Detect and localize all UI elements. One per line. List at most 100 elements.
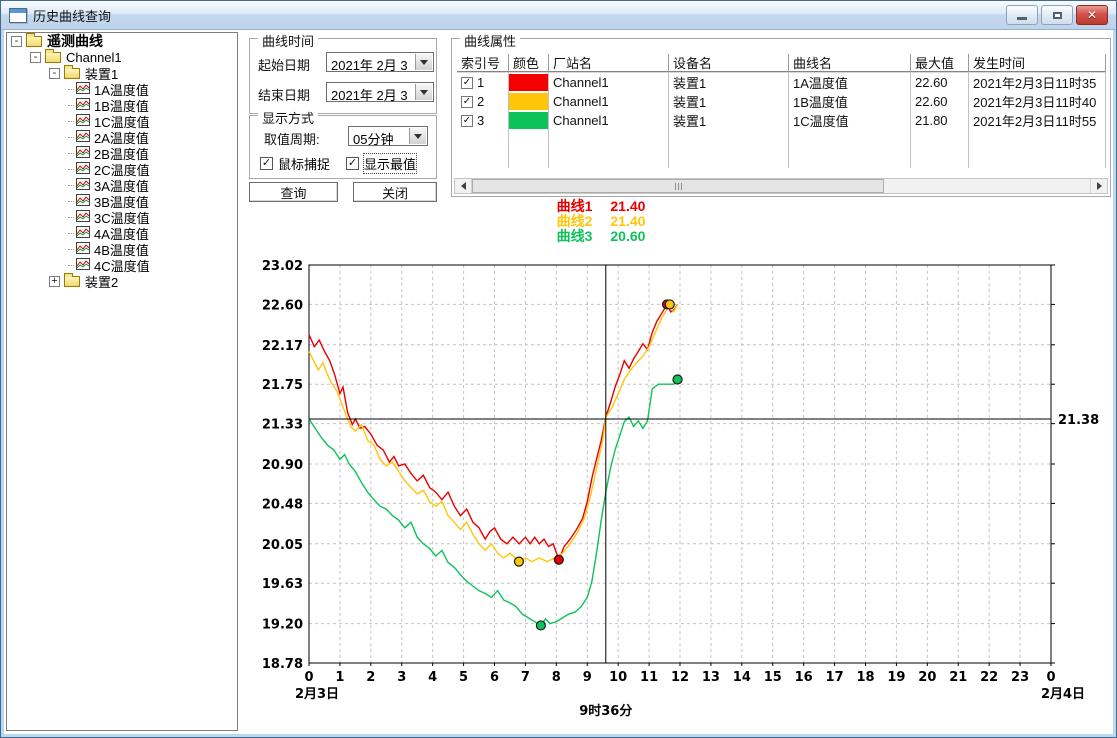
display-mode-group: 显示方式 取值周期: 05分钟 ✓ 鼠标捕捉 ✓ 显示最值	[249, 115, 437, 179]
checkbox-check-icon[interactable]: ✓	[346, 157, 359, 170]
column-header[interactable]: 厂站名	[549, 54, 669, 73]
svg-text:14: 14	[733, 670, 751, 685]
history-chart[interactable]: 23.0222.6022.1721.7521.3320.9020.4820.05…	[251, 251, 1113, 737]
title-bar[interactable]: 历史曲线查询 ✕	[1, 1, 1116, 30]
column-header[interactable]: 颜色	[509, 54, 549, 73]
period-combo[interactable]: 05分钟	[348, 126, 428, 146]
close-dialog-button[interactable]: 关闭	[353, 182, 437, 202]
column-header[interactable]: 最大值	[911, 54, 969, 73]
start-date-combo[interactable]: 2021年 2月 3	[326, 52, 434, 72]
station-cell: Channel1	[549, 73, 669, 92]
dropdown-arrow-icon[interactable]	[415, 84, 432, 100]
tree-item-root[interactable]: -遥测曲线	[7, 33, 237, 49]
curve-icon-wrap	[76, 114, 90, 129]
display-mode-group-title: 显示方式	[258, 108, 318, 127]
legend-value: 20.60	[610, 228, 645, 244]
column-header[interactable]: 索引号	[457, 54, 509, 73]
svg-text:0: 0	[304, 670, 313, 685]
tree-item-label: Channel1	[66, 50, 122, 65]
tree-connector	[68, 153, 74, 154]
start-date-label: 起始日期	[258, 55, 310, 74]
column-header[interactable]: 发生时间	[969, 54, 1106, 73]
show-extremes-checkbox[interactable]: ✓ 显示最值	[346, 154, 416, 173]
series-line-2	[309, 304, 678, 561]
minimize-button[interactable]	[1006, 5, 1038, 25]
svg-text:12: 12	[671, 670, 689, 685]
dropdown-arrow-icon[interactable]	[409, 128, 426, 144]
svg-text:19: 19	[887, 670, 905, 685]
index-cell: ✓1	[457, 73, 509, 92]
table-empty-row	[457, 130, 1106, 149]
curve-props-table[interactable]: 索引号颜色厂站名设备名曲线名最大值发生时间✓1Channel1装置11A温度值2…	[457, 54, 1106, 168]
color-cell	[509, 73, 549, 92]
curve-icon	[76, 226, 90, 238]
minimize-icon	[1017, 17, 1027, 20]
empty-cell	[457, 149, 509, 168]
table-empty-row	[457, 149, 1106, 168]
curve-icon-wrap	[76, 82, 90, 97]
crosshair-value-label: 21.38	[1058, 413, 1099, 428]
table-hscrollbar[interactable]	[454, 178, 1108, 194]
row-checkbox[interactable]: ✓	[461, 115, 473, 127]
curve-icon-wrap	[76, 162, 90, 177]
mouse-capture-checkbox[interactable]: ✓ 鼠标捕捉	[260, 154, 330, 173]
table-row[interactable]: ✓2Channel1装置11B温度值22.602021年2月3日11时40	[457, 92, 1106, 111]
tree-connector	[68, 265, 74, 266]
empty-cell	[969, 149, 1106, 168]
expand-icon[interactable]: +	[49, 276, 60, 287]
empty-cell	[969, 130, 1106, 149]
row-checkbox[interactable]: ✓	[461, 96, 473, 108]
axis-ticks	[309, 265, 1055, 666]
folder-icon	[26, 36, 42, 47]
tree-item-device2[interactable]: + 装置2	[7, 273, 237, 289]
collapse-icon[interactable]: -	[30, 52, 41, 63]
collapse-icon[interactable]: -	[11, 36, 22, 47]
empty-cell	[549, 130, 669, 149]
curve-icon	[76, 194, 90, 206]
query-button[interactable]: 查询	[249, 182, 338, 202]
scrollbar-thumb[interactable]	[472, 179, 884, 193]
svg-text:18: 18	[856, 670, 874, 685]
svg-text:20: 20	[918, 670, 936, 685]
table-row[interactable]: ✓1Channel1装置11A温度值22.602021年2月3日11时35	[457, 73, 1106, 92]
scroll-right-icon[interactable]	[1090, 179, 1107, 193]
curve-icon	[76, 210, 90, 222]
tree-item-label: 装置2	[85, 272, 118, 291]
end-date-combo[interactable]: 2021年 2月 3	[326, 82, 434, 102]
table-row[interactable]: ✓3Channel1装置11C温度值21.802021年2月3日11时55	[457, 111, 1106, 130]
close-button[interactable]: ✕	[1076, 5, 1108, 25]
svg-text:20.48: 20.48	[262, 497, 303, 512]
collapse-icon[interactable]: -	[49, 68, 60, 79]
tree-connector	[68, 201, 74, 202]
time-cell: 2021年2月3日11时55	[969, 111, 1106, 130]
tree-item-channel1[interactable]: - Channel1	[7, 49, 237, 65]
curve-icon-wrap	[76, 98, 90, 113]
svg-text:0: 0	[1046, 670, 1055, 685]
legend-item-1: 曲线121.40	[451, 199, 751, 214]
chart-svg[interactable]: 23.0222.6022.1721.7521.3320.9020.4820.05…	[251, 251, 1113, 737]
svg-text:16: 16	[795, 670, 813, 685]
window-title: 历史曲线查询	[33, 6, 111, 25]
column-header[interactable]: 曲线名	[789, 54, 911, 73]
svg-text:21: 21	[949, 670, 967, 685]
legend-label: 曲线2	[557, 213, 593, 229]
dropdown-arrow-icon[interactable]	[415, 54, 432, 70]
day-label-right: 2月4日	[1041, 687, 1085, 702]
empty-cell	[911, 130, 969, 149]
maximize-button[interactable]	[1041, 5, 1073, 25]
row-checkbox[interactable]: ✓	[461, 77, 473, 89]
curve-legend: 曲线121.40曲线221.40曲线320.60	[451, 199, 751, 244]
curve-icon-wrap	[76, 130, 90, 145]
column-header[interactable]: 设备名	[669, 54, 789, 73]
device-cell: 装置1	[669, 111, 789, 130]
svg-text:17: 17	[826, 670, 844, 685]
color-swatch	[509, 74, 548, 91]
max-value-cell: 22.60	[911, 73, 969, 92]
scroll-left-icon[interactable]	[455, 179, 472, 193]
curve-tree-panel[interactable]: -遥测曲线-Channel1-装置11A温度值1B温度值1C温度值2A温度值2B…	[6, 32, 238, 731]
checkbox-check-icon[interactable]: ✓	[260, 157, 273, 170]
time-cell: 2021年2月3日11时40	[969, 92, 1106, 111]
svg-text:7: 7	[521, 670, 530, 685]
tree-item-point-11[interactable]: 4C温度值	[7, 257, 237, 273]
maximize-icon	[1053, 12, 1062, 19]
